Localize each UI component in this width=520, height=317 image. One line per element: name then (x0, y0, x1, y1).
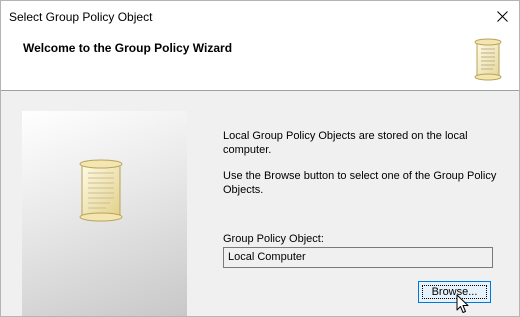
description-local-storage: Local Group Policy Objects are stored on… (223, 130, 468, 156)
wizard-header: Welcome to the Group Policy Wizard (1, 32, 519, 91)
gpo-field-value: Local Computer (228, 251, 306, 263)
close-icon (496, 11, 508, 22)
focus-rectangle (422, 285, 487, 299)
window-title: Select Group Policy Object (9, 10, 153, 24)
description-browse-hint: Use the Browse button to select one of t… (223, 170, 497, 196)
wizard-side-panel (22, 111, 187, 316)
close-button[interactable] (485, 1, 519, 32)
gpo-field[interactable]: Local Computer (223, 247, 493, 268)
mouse-cursor-icon (456, 294, 470, 316)
gpo-field-label: Group Policy Object: (223, 233, 324, 245)
scroll-icon (471, 38, 505, 85)
wizard-title: Welcome to the Group Policy Wizard (23, 41, 233, 55)
scroll-icon (74, 159, 130, 226)
browse-button[interactable]: Browse... (418, 281, 491, 303)
group-policy-dialog: Select Group Policy Object Welcome to th… (0, 0, 520, 317)
title-bar[interactable]: Select Group Policy Object (1, 1, 519, 32)
